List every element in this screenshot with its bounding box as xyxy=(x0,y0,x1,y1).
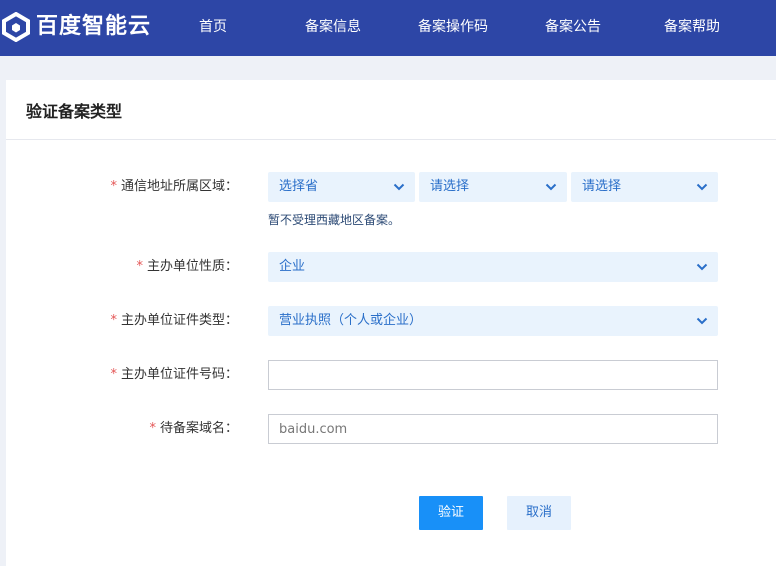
brand-logo[interactable]: 百度智能云 xyxy=(2,11,151,43)
cert-type-label: * 主办单位证件类型： xyxy=(110,313,238,328)
province-select-value: 选择省 xyxy=(279,179,319,194)
chevron-down-icon xyxy=(696,263,708,271)
city-select[interactable]: 请选择 xyxy=(419,172,567,202)
baidu-cloud-logo-icon xyxy=(2,12,30,42)
org-nature-label: * 主办单位性质： xyxy=(136,259,238,274)
required-mark: * xyxy=(136,259,143,274)
required-mark: * xyxy=(110,179,117,194)
domain-label: * 待备案域名： xyxy=(149,421,238,436)
required-mark: * xyxy=(149,421,156,436)
cert-type-select[interactable]: 营业执照（个人或企业） xyxy=(268,306,718,336)
nav-item-filing-info[interactable]: 备案信息 xyxy=(305,0,361,56)
chevron-down-icon xyxy=(696,183,708,191)
nav-item-filing-code[interactable]: 备案操作码 xyxy=(418,0,488,56)
required-mark: * xyxy=(110,367,117,382)
org-nature-select-value: 企业 xyxy=(279,259,306,274)
page-title: 验证备案类型 xyxy=(26,102,123,121)
district-select-value: 请选择 xyxy=(582,179,622,194)
top-navbar: 百度智能云 首页 备案信息 备案操作码 备案公告 备案帮助 xyxy=(0,0,776,56)
cert-number-input[interactable] xyxy=(268,360,718,390)
chevron-down-icon xyxy=(393,183,405,191)
chevron-down-icon xyxy=(696,317,708,325)
brand-name: 百度智能云 xyxy=(36,14,152,39)
province-select[interactable]: 选择省 xyxy=(268,172,415,202)
cert-type-select-value: 营业执照（个人或企业） xyxy=(279,313,423,328)
domain-input[interactable] xyxy=(268,414,718,444)
city-select-value: 请选择 xyxy=(430,179,470,194)
title-divider xyxy=(6,139,776,140)
nav-item-filing-help[interactable]: 备案帮助 xyxy=(664,0,720,56)
verify-filing-card: 验证备案类型 * 通信地址所属区域： 选择省 请选择 请选择 暂不受理西藏地区备案… xyxy=(6,80,776,566)
org-nature-select[interactable]: 企业 xyxy=(268,252,718,282)
nav-item-home[interactable]: 首页 xyxy=(199,0,227,56)
cert-number-label: * 主办单位证件号码： xyxy=(110,367,238,382)
cancel-button[interactable]: 取消 xyxy=(507,496,571,530)
chevron-down-icon xyxy=(545,183,557,191)
district-select[interactable]: 请选择 xyxy=(571,172,718,202)
region-hint: 暂不受理西藏地区备案。 xyxy=(268,213,401,227)
required-mark: * xyxy=(110,313,117,328)
region-label: * 通信地址所属区域： xyxy=(110,179,238,194)
verify-button[interactable]: 验证 xyxy=(419,496,483,530)
nav-item-filing-notice[interactable]: 备案公告 xyxy=(545,0,601,56)
